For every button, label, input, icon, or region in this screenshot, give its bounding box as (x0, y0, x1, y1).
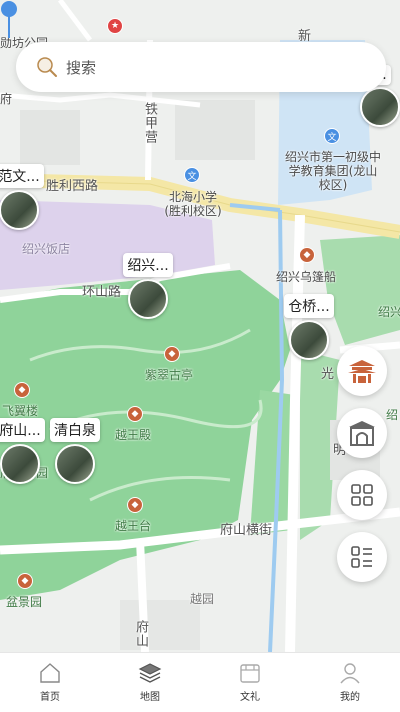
place-label: 绍兴 (378, 305, 400, 319)
scenic-card-title: 仓桥... (284, 294, 334, 318)
scenic-thumbnail (0, 190, 39, 230)
landmark-icon[interactable]: ◆ (127, 406, 143, 422)
gate-button[interactable] (337, 408, 387, 458)
gate-icon (349, 421, 375, 446)
layers-icon (138, 663, 162, 683)
landmark-icon[interactable]: ◆ (164, 346, 180, 362)
landmark-icon[interactable]: ◆ (127, 497, 143, 513)
search-icon (37, 57, 57, 77)
search-bar[interactable]: 搜索 (16, 42, 386, 92)
gift-shop-icon (240, 664, 260, 683)
landmark-icon[interactable]: ◆ (14, 382, 30, 398)
place-label: 府 (0, 92, 13, 106)
school-icon[interactable]: 文 (184, 167, 200, 183)
grid-view-button[interactable] (337, 470, 387, 520)
place-label: 紫翠古亭 (145, 368, 194, 382)
scenic-card[interactable]: 府山... (0, 418, 48, 484)
grid-icon (351, 484, 373, 506)
place-label: 绍兴乌篷船 (276, 270, 337, 284)
scenic-card[interactable]: 范文... (0, 164, 44, 230)
road-label: 府山 (133, 620, 148, 648)
scenic-card-title: 清白泉 (50, 418, 100, 442)
scenic-card-title: 府山... (0, 418, 45, 442)
place-label: 绍兴饭店 (22, 242, 71, 256)
road-label: 光 (321, 367, 335, 382)
scenic-thumbnail (128, 279, 168, 319)
tab-label: 我的 (340, 692, 360, 703)
road-label: 胜利西路 (46, 179, 99, 194)
place-label: 绍兴市第一初级中学教育集团(龙山校区) (284, 150, 381, 192)
scenic-thumbnail (289, 320, 329, 360)
tab-label: 首页 (40, 692, 60, 703)
place-label: 越园 (190, 592, 215, 606)
tab-mine[interactable]: 我的 (300, 653, 400, 712)
road-label: 铁甲营 (142, 102, 157, 144)
user-icon (340, 663, 360, 684)
star-marker-icon[interactable]: ★ (107, 18, 123, 34)
scenic-card-title: 范文... (0, 164, 44, 188)
tab-map[interactable]: 地图 (100, 653, 200, 712)
scenic-card[interactable]: 绍兴... (118, 253, 178, 319)
scenic-card[interactable]: 清白泉 (44, 418, 106, 484)
scenic-thumbnail (360, 87, 400, 127)
place-label: 越王台 (115, 519, 152, 533)
scenic-thumbnail (0, 444, 40, 484)
scenic-card[interactable]: 仓桥... (279, 294, 339, 360)
list-view-button[interactable] (337, 532, 387, 582)
bottom-tab-bar: 首页 地图 文礼 我的 (0, 652, 400, 712)
location-pin-icon (1, 1, 17, 38)
scenic-thumbnail (55, 444, 95, 484)
palace-icon (348, 360, 376, 383)
place-label: 绍 (386, 408, 399, 422)
list-icon (351, 546, 372, 568)
landmark-icon[interactable]: ◆ (299, 247, 315, 263)
scenic-card-title: 绍兴... (123, 253, 173, 277)
tab-label: 地图 (140, 692, 160, 703)
palace-button[interactable] (337, 346, 387, 396)
tab-home[interactable]: 首页 (0, 653, 100, 712)
tab-gifts[interactable]: 文礼 (200, 653, 300, 712)
landmark-icon[interactable]: ◆ (17, 573, 33, 589)
road-label: 府山横街 (220, 523, 273, 538)
place-label: 越王殿 (115, 428, 152, 442)
search-placeholder: 搜索 (66, 58, 97, 77)
road-label: 环山路 (82, 285, 122, 300)
place-label: 盆景园 (6, 595, 43, 609)
tab-label: 文礼 (240, 692, 260, 703)
place-label: 北海小学(胜利校区) (164, 190, 222, 218)
place-label: 飞翼楼 (2, 404, 39, 418)
home-icon (40, 663, 60, 683)
school-icon[interactable]: 文 (324, 128, 340, 144)
